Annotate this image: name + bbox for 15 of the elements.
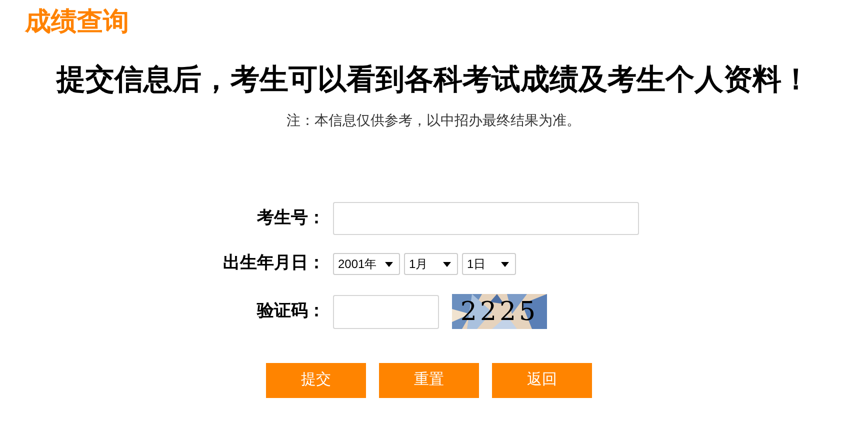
student-number-field[interactable] [333,202,639,235]
field-label: 验证码： [257,300,325,323]
field-label: 考生号： [257,206,325,230]
date-select[interactable]: 1日 [462,253,516,275]
date-select[interactable]: 1月 [404,253,458,275]
captcha-field[interactable] [333,294,439,328]
caret-icon [443,262,451,266]
page-title: 成绩查询 [25,5,129,38]
caret-icon [501,262,509,266]
note-text: 注：本信息仅供参考，以中招办最终结果为准。 [286,111,582,130]
captcha-image: 2225 [452,294,547,329]
date-select[interactable]: 2001年 [333,253,400,275]
heading: 提交信息后，考生可以看到各科考试成绩及考生个人资料！ [54,62,812,98]
caret-icon [385,262,393,266]
field-label: 出生年月日： [223,252,325,276]
